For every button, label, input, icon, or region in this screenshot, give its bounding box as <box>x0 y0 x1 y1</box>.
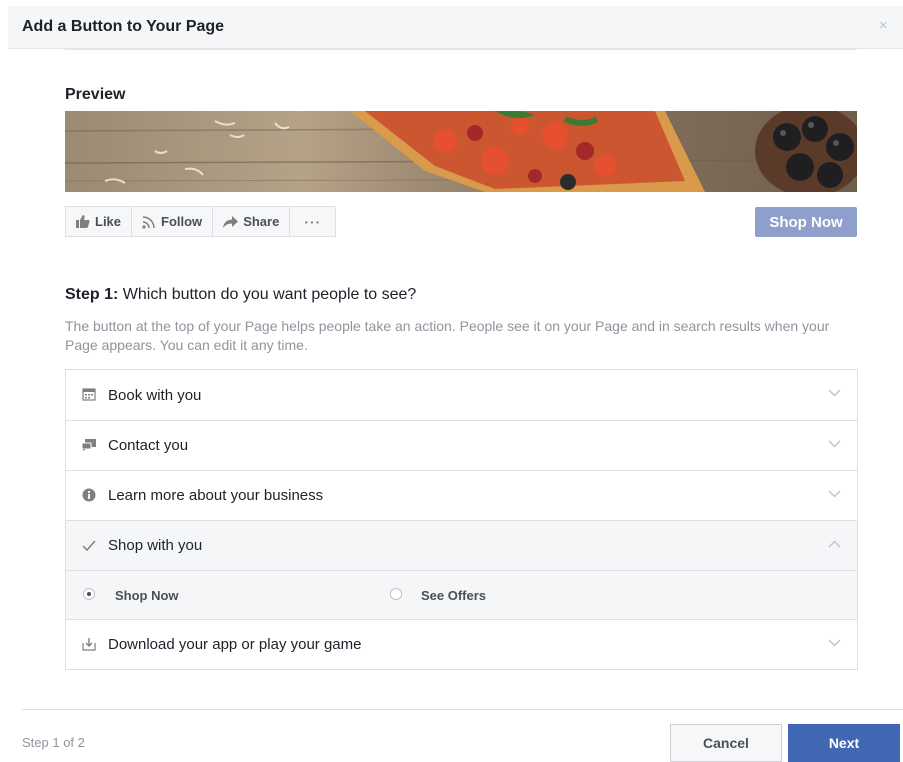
page-action-bar: Like Follow Share ··· <box>65 206 337 237</box>
shop-now-radio-label[interactable]: Shop Now <box>115 588 179 603</box>
option-book[interactable]: Book with you <box>66 370 857 420</box>
footer-divider <box>22 709 903 710</box>
follow-label: Follow <box>161 214 203 229</box>
option-shop[interactable]: Shop with you <box>66 520 857 570</box>
chevron-down-icon <box>828 490 841 498</box>
preview-title: Preview <box>65 86 126 103</box>
checkmark-icon <box>81 537 97 553</box>
shop-now-radio[interactable] <box>83 588 95 600</box>
step-description: The button at the top of your Page helps… <box>65 318 830 353</box>
divider <box>65 49 857 50</box>
button-options-list: Book with you Contact you Learn more abo… <box>65 369 858 670</box>
option-label: Shop with you <box>108 537 203 554</box>
share-arrow-icon <box>223 215 239 228</box>
shop-choices: Shop Now See Offers <box>66 570 857 619</box>
step-heading: Step 1: Which button do you want people … <box>65 286 416 304</box>
chat-bubbles-icon <box>81 437 97 453</box>
option-label: Book with you <box>108 386 202 404</box>
chevron-down-icon <box>828 639 841 647</box>
dialog-header: Add a Button to Your Page <box>8 6 903 49</box>
cancel-button[interactable]: Cancel <box>670 724 782 762</box>
cover-photo <box>65 111 857 192</box>
download-icon <box>81 636 97 652</box>
like-label: Like <box>95 214 122 229</box>
option-label: Contact you <box>108 437 189 454</box>
preview-shop-now-button[interactable]: Shop Now <box>755 207 857 237</box>
more-button[interactable]: ··· <box>289 206 337 237</box>
chevron-down-icon <box>828 389 841 397</box>
step-counter: Step 1 of 2 <box>22 735 85 750</box>
next-button[interactable]: Next <box>788 724 900 762</box>
option-label: Download your app or play your game <box>108 636 362 653</box>
option-learn-more[interactable]: Learn more about your business <box>66 470 857 520</box>
option-label: Learn more about your business <box>108 487 324 504</box>
see-offers-radio-label[interactable]: See Offers <box>421 588 486 603</box>
thumbs-up-icon <box>76 215 90 228</box>
calendar-icon <box>81 386 97 402</box>
close-icon[interactable]: × <box>879 18 888 33</box>
option-download[interactable]: Download your app or play your game <box>66 619 857 669</box>
rss-icon <box>142 215 155 229</box>
follow-button[interactable]: Follow <box>131 206 214 237</box>
step-label: Step 1: <box>65 286 119 303</box>
more-icon: ··· <box>304 213 322 230</box>
option-contact[interactable]: Contact you <box>66 420 857 470</box>
chevron-down-icon <box>828 440 841 448</box>
dialog-title: Add a Button to Your Page <box>22 18 225 35</box>
share-button[interactable]: Share <box>212 206 291 237</box>
like-button[interactable]: Like <box>65 206 133 237</box>
step-question: Which button do you want people to see? <box>118 286 417 303</box>
share-label: Share <box>243 214 280 229</box>
info-icon <box>81 487 97 503</box>
chevron-up-icon <box>828 540 841 548</box>
see-offers-radio[interactable] <box>390 588 402 600</box>
